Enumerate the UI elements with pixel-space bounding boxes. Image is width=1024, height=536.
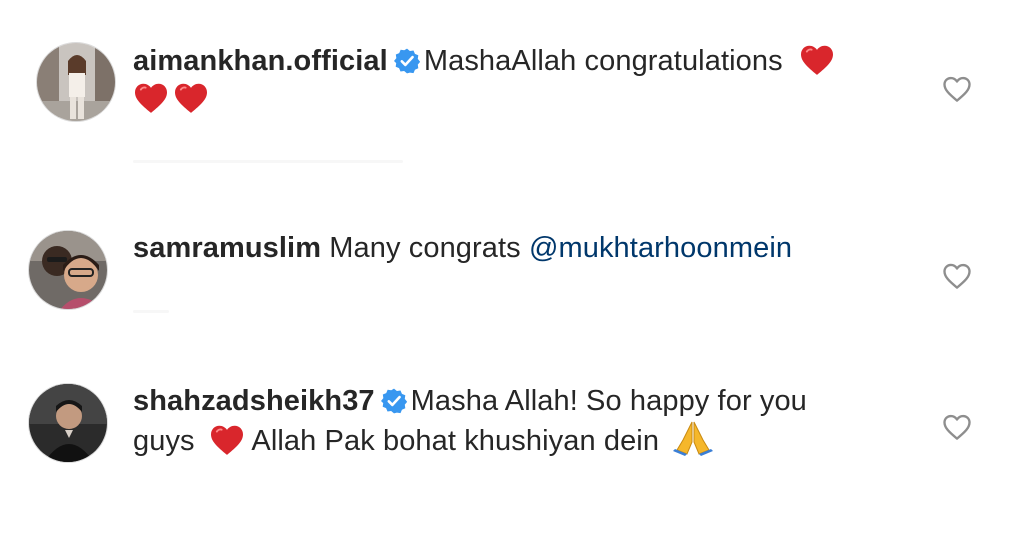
comment-body: guys: [133, 425, 195, 457]
comment-body: Many congrats: [329, 232, 521, 264]
comment-text: shahzadsheikh37 Masha Allah! So happy for…: [133, 382, 893, 460]
verified-badge-icon: [394, 48, 420, 74]
like-heart-icon[interactable]: [942, 262, 972, 290]
like-heart-icon[interactable]: [942, 75, 972, 103]
like-heart-icon[interactable]: [942, 413, 972, 441]
username[interactable]: shahzadsheikh37: [133, 385, 375, 417]
red-heart-emoji: [133, 82, 169, 114]
comment-text: samramuslim Many congrats @mukhtarhoonme…: [133, 229, 893, 267]
comment-meta-placeholder: [133, 160, 403, 163]
username[interactable]: samramuslim: [133, 232, 321, 264]
avatar[interactable]: [36, 42, 116, 122]
avatar[interactable]: [28, 230, 108, 310]
red-heart-emoji: [799, 44, 835, 76]
comment-text: aimankhan.official MashaAllah congratulat…: [133, 42, 893, 118]
username[interactable]: aimankhan.official: [133, 45, 388, 77]
mention-link[interactable]: @mukhtarhoonmein: [529, 232, 792, 264]
comment-body: MashaAllah congratulations: [423, 45, 783, 77]
comment-body: Masha Allah! So happy for you: [410, 385, 807, 417]
avatar[interactable]: [28, 383, 108, 463]
red-heart-emoji: [209, 424, 245, 456]
verified-badge-icon: [381, 388, 407, 414]
comment-meta-placeholder: [133, 310, 169, 313]
folded-hands-emoji: [673, 421, 714, 456]
red-heart-emoji: [173, 82, 209, 114]
comment-body: Allah Pak bohat khushiyan dein: [251, 425, 660, 457]
